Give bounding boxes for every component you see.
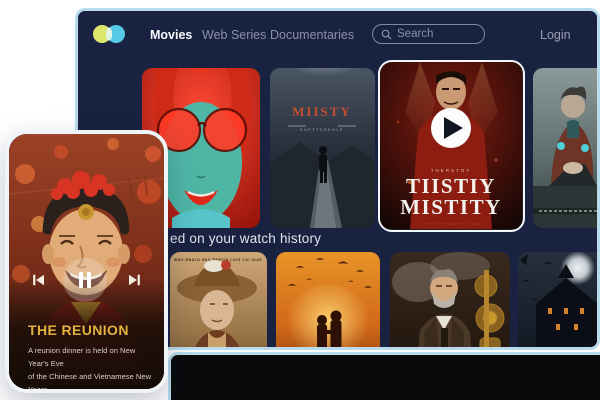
brand-logo-icon[interactable] bbox=[92, 23, 128, 45]
search-input[interactable] bbox=[397, 28, 467, 40]
poster-art-featured: THERSTOY TIISTIY MISTITY IIN TIISTIY MIS… bbox=[380, 62, 522, 229]
poster-art-sitting-man: MI NHE IRL TNE SRE bbox=[533, 68, 600, 228]
description-line-2: of the Chinese and Vietnamese New Years, bbox=[28, 372, 151, 393]
movie-title: THE REUNION bbox=[28, 322, 129, 338]
nav-item-documentaries[interactable]: Documentaries bbox=[270, 28, 354, 42]
phone-player-card[interactable]: THE REUNION A reunion dinner is held on … bbox=[5, 130, 168, 393]
lower-dark-panel bbox=[168, 352, 600, 400]
poster-tiistiy-mistity-selected[interactable]: THERSTOY TIISTIY MISTITY IIN TIISTIY MIS… bbox=[378, 60, 525, 232]
skip-back-icon[interactable] bbox=[29, 271, 47, 289]
poster-misty[interactable]: MIISTY SUPTTORENLE bbox=[270, 68, 375, 228]
misty-title: MIISTY bbox=[292, 104, 352, 119]
movie-description: A reunion dinner is held on New Year's E… bbox=[28, 344, 156, 393]
login-button[interactable]: Login bbox=[540, 28, 571, 42]
featured-title-2: MISTITY bbox=[400, 195, 502, 219]
featured-studio: THERSTOY bbox=[431, 168, 471, 173]
search-icon bbox=[381, 29, 392, 40]
poster-art-tea-lady: WHO RNALD HKU REPYIN LUIG CAI IUAE bbox=[170, 252, 267, 350]
pause-icon bbox=[77, 271, 93, 289]
poster-art-misty: MIISTY SUPTTORENLE bbox=[270, 68, 375, 228]
pause-button[interactable] bbox=[63, 258, 107, 302]
navbar: Movies Web Series Documentaries Login bbox=[78, 11, 597, 59]
search-box[interactable] bbox=[372, 24, 485, 44]
nav-item-movies[interactable]: Movies bbox=[150, 28, 192, 42]
nav-item-web-series[interactable]: Web Series bbox=[202, 28, 266, 42]
skip-forward-icon[interactable] bbox=[126, 271, 144, 289]
poster-tea-lady[interactable]: WHO RNALD HKU REPYIN LUIG CAI IUAE bbox=[170, 252, 267, 350]
poster-art-haunted-house: THE GIRL THIDERLELLE bbox=[518, 252, 600, 350]
featured-credits: IIN TIISTIY MISTITY FIIM bbox=[422, 222, 480, 226]
playback-controls bbox=[9, 257, 164, 305]
poster-sitting-man[interactable]: MI NHE IRL TNE SRE bbox=[533, 68, 600, 228]
poster-steampunk-gentleman[interactable] bbox=[390, 252, 510, 350]
poster-haunted-house[interactable]: THE GIRL THIDERLELLE bbox=[518, 252, 600, 350]
misty-subtitle: SUPTTORENLE bbox=[300, 128, 344, 132]
watch-history-heading: ed on your watch history bbox=[170, 231, 321, 246]
poster-art-steampunk bbox=[390, 252, 510, 350]
description-line-1: A reunion dinner is held on New Year's E… bbox=[28, 346, 135, 368]
poster-art-sunset-couple bbox=[276, 252, 380, 350]
poster-sunset-couple[interactable] bbox=[276, 252, 380, 350]
